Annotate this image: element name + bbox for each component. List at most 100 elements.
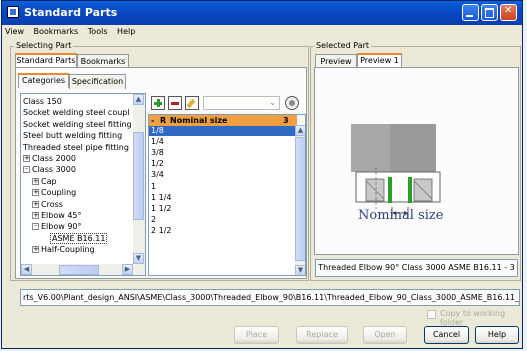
category-tree: Class 150 Socket welding steel coupl Socke… [20, 93, 146, 276]
menu-help[interactable]: Help [117, 25, 135, 38]
list-item[interactable]: 3/4 [149, 170, 295, 180]
settings-icon[interactable] [285, 96, 299, 110]
list-scrollbar[interactable]: ▲ ▼ [295, 125, 305, 275]
list-item[interactable]: 1/8 [149, 126, 295, 136]
collapse-icon[interactable]: - [32, 223, 39, 231]
app-icon [7, 6, 19, 18]
menu-bookmarks[interactable]: Bookmarks [34, 25, 79, 38]
tree-item-label: Cross [41, 199, 63, 209]
tree-item[interactable]: + Cross [32, 199, 63, 210]
list-scroll-down-icon[interactable]: ▼ [295, 265, 305, 275]
tree-item-label: Class 3000 [32, 165, 76, 175]
cancel-button[interactable]: Cancel [424, 326, 469, 344]
list-item[interactable]: 1/2 [149, 159, 295, 169]
tab-preview-1[interactable]: Preview 1 [357, 53, 402, 68]
copy-to-folder-checkbox[interactable] [427, 310, 436, 319]
title-bar[interactable]: Standard Parts [2, 1, 522, 25]
part-file-path[interactable]: rts_V6.00\Plant_design_ANSI\ASME\Class_3… [20, 289, 520, 306]
list-header: - R Nominal size 3 [149, 115, 297, 126]
scroll-right-icon[interactable]: ▶ [122, 264, 133, 275]
expand-icon[interactable]: + [32, 212, 39, 219]
tree-hscroll-thumb[interactable] [59, 265, 99, 275]
menu-bar: View Bookmarks Tools Help [2, 25, 522, 38]
tree-item[interactable]: Threaded steel pipe fitting [23, 142, 129, 153]
col-minus[interactable]: - [151, 115, 154, 126]
tree-item-label: Class 150 [23, 97, 62, 106]
expand-icon[interactable]: + [32, 189, 39, 197]
tree-vertical-scrollbar[interactable]: ▲ ▼ [133, 94, 145, 264]
tree-item-label: Socket welding steel coupl [23, 108, 130, 118]
scroll-left-icon[interactable]: ◀ [21, 264, 32, 275]
part-caption: Threaded Elbow 90° Class 3000 ASME B16.1… [315, 259, 518, 277]
col-r[interactable]: R [160, 115, 166, 126]
chevron-down-icon: ⌄ [269, 98, 276, 107]
nominal-size-annotation: Nominal size [358, 208, 444, 223]
list-item[interactable]: 1 [149, 182, 295, 192]
filter-dropdown[interactable]: ⌄ [203, 96, 280, 110]
list-item[interactable]: 1/4 [149, 137, 295, 147]
expand-icon[interactable]: + [32, 200, 39, 208]
minimize-button[interactable] [462, 4, 479, 21]
remove-icon[interactable] [168, 96, 182, 110]
tree-item-label: ASME B16.11 [50, 232, 108, 244]
tab-categories[interactable]: Categories [18, 73, 69, 88]
list-item[interactable]: 3/8 [149, 148, 295, 158]
menu-view[interactable]: View [5, 25, 24, 38]
list-item[interactable]: 1 1/4 [149, 193, 295, 203]
maximize-button[interactable] [481, 4, 498, 21]
tree-item[interactable]: + Half-Coupling [32, 244, 95, 255]
copy-to-folder-label: Copy to working folder [440, 309, 506, 327]
expand-icon[interactable]: + [32, 246, 39, 254]
open-button[interactable]: Open [363, 326, 407, 344]
tree-item[interactable]: + Class 2000 [23, 153, 76, 164]
tree-item[interactable]: Steel butt welding fitting [23, 130, 122, 141]
window-title: Standard Parts [24, 6, 118, 19]
list-scroll-thumb[interactable] [295, 137, 305, 261]
tree-item[interactable]: ASME B16.11 [50, 232, 108, 244]
collapse-icon[interactable]: - [23, 166, 30, 174]
standard-parts-window: Standard Parts View Bookmarks Tools Help… [1, 0, 523, 349]
tree-item[interactable]: + Coupling [32, 187, 76, 198]
tree-item[interactable]: Socket welding steel fitting [23, 119, 132, 130]
nominal-size-list: - R Nominal size 3 1/8 1/4 3/8 1/2 3/4 1 1 1/4… [148, 114, 306, 276]
tab-standard-parts[interactable]: Standard Parts [15, 53, 77, 68]
tree-scroll-thumb[interactable] [133, 132, 144, 220]
selecting-part-label: Selecting Part [14, 41, 74, 50]
tree-item-label: Threaded steel pipe fitting [23, 142, 129, 152]
help-button[interactable]: Help [475, 326, 519, 344]
replace-button[interactable]: Replace [296, 326, 348, 344]
add-icon[interactable] [151, 96, 165, 110]
place-button[interactable]: Place [234, 326, 279, 344]
list-item[interactable]: 1 1/2 [149, 204, 295, 214]
edit-icon[interactable] [185, 96, 199, 110]
tree-item-label: Half-Coupling [41, 245, 95, 255]
fitting-preview-drawing [351, 124, 441, 217]
tree-item-label: Steel butt welding fitting [23, 131, 123, 141]
tree-item-label: Coupling [41, 188, 77, 198]
tree-item-label: Class 2000 [32, 154, 76, 163]
scroll-down-icon[interactable]: ▼ [133, 253, 144, 264]
thread-left [388, 177, 392, 203]
close-button[interactable] [500, 4, 517, 21]
menu-tools[interactable]: Tools [88, 25, 108, 38]
list-item[interactable]: 2 [149, 215, 295, 225]
tree-item-label: Elbow 45° [41, 211, 82, 220]
tree-item[interactable]: Socket welding steel coupl [23, 107, 130, 118]
col-nominal-size[interactable]: Nominal size [170, 115, 227, 126]
row-count: 3 [283, 116, 289, 125]
tree-item[interactable]: + Elbow 45° [32, 210, 82, 221]
tree-item[interactable]: + Cap [32, 176, 57, 187]
list-scroll-up-icon[interactable]: ▲ [295, 125, 305, 136]
tree-item[interactable]: Class 150 [23, 96, 62, 107]
expand-icon[interactable]: + [23, 155, 30, 162]
scroll-up-icon[interactable]: ▲ [133, 94, 144, 105]
expand-icon[interactable]: + [32, 177, 39, 185]
tree-item-label: Elbow 90° [41, 222, 82, 232]
tree-item[interactable]: - Elbow 90° [32, 221, 82, 232]
tree-item-label: Cap [41, 176, 57, 186]
tab-specification[interactable]: Specification [69, 74, 126, 89]
tree-horizontal-scrollbar[interactable]: ◀ ▶ [21, 264, 145, 275]
tree-item-label: Socket welding steel fitting [23, 119, 132, 129]
tree-item[interactable]: - Class 3000 [23, 164, 76, 175]
list-item[interactable]: 2 1/2 [149, 226, 295, 236]
